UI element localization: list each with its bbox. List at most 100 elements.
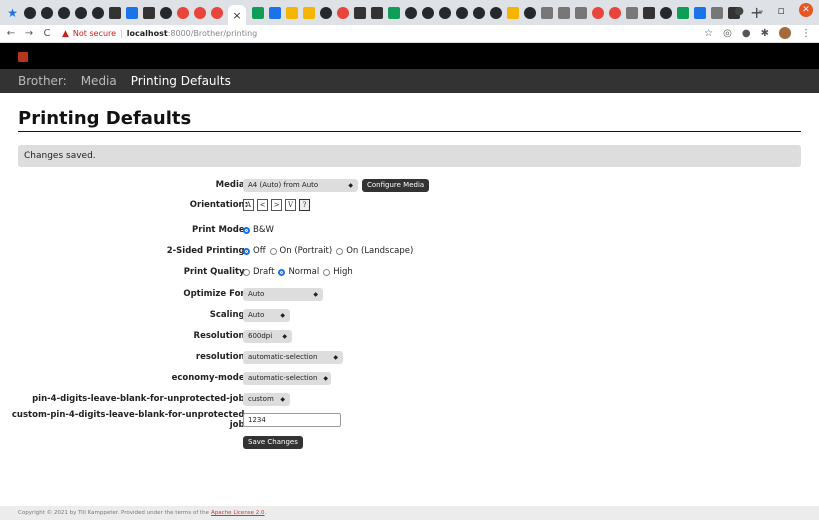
orientation-reverse-landscape-icon[interactable]: >	[271, 199, 282, 211]
radio-label: Off	[253, 246, 266, 256]
tab-favicon-icon[interactable]	[710, 6, 723, 19]
quality-draft-radio[interactable]: Draft	[243, 267, 274, 277]
tab-favicon-icon[interactable]	[142, 6, 155, 19]
tab-favicon-icon[interactable]	[676, 6, 689, 19]
tab-favicon-icon[interactable]	[40, 6, 53, 19]
window-controls: ● – ▫ ✕	[734, 3, 813, 17]
quality-label: Print Quality:	[183, 267, 248, 277]
tab-favicon-icon[interactable]	[23, 6, 36, 19]
extension-icon[interactable]: ●	[742, 28, 751, 39]
tab-favicon-icon[interactable]	[268, 6, 281, 19]
nav-printing-defaults[interactable]: Printing Defaults	[131, 74, 231, 88]
nav-media[interactable]: Media	[81, 74, 117, 88]
tab-favicon-icon[interactable]: ★	[7, 6, 19, 20]
tab-favicon-icon[interactable]	[455, 6, 468, 19]
economy-select[interactable]: automatic-selection ◆	[243, 371, 331, 385]
select-value: automatic-selection	[248, 353, 318, 361]
tab-favicon-icon[interactable]	[57, 6, 70, 19]
logo-bar	[0, 43, 819, 69]
save-changes-button[interactable]: Save Changes	[243, 435, 303, 449]
pin-label: pin-4-digits-leave-blank-for-unprotected…	[32, 394, 248, 404]
tab-favicon-icon[interactable]	[302, 6, 315, 19]
puzzle-icon[interactable]: ✱	[761, 28, 769, 39]
custom-pin-row: custom-pin-4-digits-leave-blank-for-unpr…	[12, 410, 341, 430]
circle-icon[interactable]: ●	[734, 4, 744, 17]
pin-select[interactable]: custom ◆	[243, 392, 290, 406]
bookmark-star-icon[interactable]: ☆	[704, 28, 713, 39]
tab-favicon-icon[interactable]	[319, 6, 332, 19]
tab-favicon-icon[interactable]	[370, 6, 383, 19]
tab-favicon-icon[interactable]	[557, 6, 570, 19]
economy-row: economy-mode: automatic-selection ◆	[18, 370, 331, 386]
tab-favicon-icon[interactable]	[523, 6, 536, 19]
radio-label: On (Portrait)	[279, 246, 333, 256]
sided-portrait-radio[interactable]: On (Portrait)	[269, 246, 333, 256]
tab-favicon-icon[interactable]	[193, 6, 206, 19]
tab-favicon-icon[interactable]	[591, 6, 604, 19]
sided-label: 2-Sided Printing:	[166, 246, 248, 256]
url-field[interactable]: ▲ Not secure | localhost:8000/Brother/pr…	[62, 29, 257, 39]
tab-favicon-icon[interactable]	[251, 6, 264, 19]
tab-favicon-icon[interactable]	[608, 6, 621, 19]
tab-favicon-icon[interactable]	[336, 6, 349, 19]
tab-favicon-icon[interactable]	[74, 6, 87, 19]
select-caret-icon: ◆	[280, 395, 285, 403]
tab-favicon-icon[interactable]	[472, 6, 485, 19]
tab-favicon-icon[interactable]	[642, 6, 655, 19]
resolution-select[interactable]: 600dpi ◆	[243, 329, 292, 343]
minimize-icon[interactable]: –	[758, 4, 764, 17]
sided-off-radio[interactable]: Off	[243, 246, 266, 256]
tab-favicon-icon[interactable]	[210, 6, 223, 19]
quality-normal-radio[interactable]: Normal	[278, 267, 319, 277]
custom-pin-input[interactable]: 1234	[243, 413, 341, 427]
license-link[interactable]: Apache License 2.0	[211, 510, 265, 516]
address-bar: ← → C ▲ Not secure | localhost:8000/Brot…	[0, 25, 819, 43]
active-tab-close-icon[interactable]: ×	[228, 5, 246, 25]
tab-favicon-icon[interactable]	[387, 6, 400, 19]
tab-favicon-icon[interactable]	[108, 6, 121, 19]
tab-favicon-icon[interactable]	[421, 6, 434, 19]
tab-favicon-icon[interactable]	[159, 6, 172, 19]
reload-icon[interactable]: C	[40, 28, 54, 39]
close-window-icon[interactable]: ✕	[799, 3, 813, 17]
status-alert: Changes saved.	[18, 145, 801, 167]
profile-avatar[interactable]	[779, 27, 791, 39]
tab-favicon-icon[interactable]	[489, 6, 502, 19]
tab-favicon-icon[interactable]	[176, 6, 189, 19]
orientation-landscape-icon[interactable]: <	[257, 199, 268, 211]
tab-favicon-icon[interactable]	[659, 6, 672, 19]
tab-favicon-icon[interactable]	[506, 6, 519, 19]
resolution-option-select[interactable]: automatic-selection ◆	[243, 350, 343, 364]
select-value: Auto	[248, 290, 265, 298]
orientation-auto-icon[interactable]: ?	[299, 199, 310, 211]
radio-unchecked-icon	[269, 247, 277, 255]
forward-icon[interactable]: →	[22, 28, 36, 39]
media-select[interactable]: A4 (Auto) from Auto ◆	[243, 178, 358, 192]
scaling-select[interactable]: Auto ◆	[243, 308, 290, 322]
radio-label: B&W	[253, 225, 274, 235]
nav-brother[interactable]: Brother:	[18, 74, 67, 88]
tab-favicon-icon[interactable]	[574, 6, 587, 19]
maximize-icon[interactable]: ▫	[778, 4, 785, 17]
orientation-portrait-icon[interactable]: A	[243, 199, 254, 211]
optimize-select[interactable]: Auto ◆	[243, 287, 323, 301]
configure-media-button[interactable]: Configure Media	[362, 178, 430, 192]
tab-favicon-icon[interactable]	[353, 6, 366, 19]
media-row: Media: A4 (Auto) from Auto ◆ Configure Me…	[18, 177, 430, 193]
orientation-reverse-portrait-icon[interactable]: V	[285, 199, 296, 211]
tab-favicon-icon[interactable]	[625, 6, 638, 19]
cups-logo-icon[interactable]	[18, 52, 28, 62]
tab-favicon-icon[interactable]	[285, 6, 298, 19]
quality-high-radio[interactable]: High	[323, 267, 353, 277]
tab-favicon-icon[interactable]	[404, 6, 417, 19]
extension-icon[interactable]: ◎	[723, 28, 732, 39]
tab-favicon-icon[interactable]	[125, 6, 138, 19]
print-mode-bw-radio[interactable]: B&W	[243, 225, 274, 235]
tab-favicon-icon[interactable]	[438, 6, 451, 19]
menu-icon[interactable]: ⋮	[801, 28, 811, 39]
tab-favicon-icon[interactable]	[91, 6, 104, 19]
tab-favicon-icon[interactable]	[693, 6, 706, 19]
sided-landscape-radio[interactable]: On (Landscape)	[336, 246, 413, 256]
back-icon[interactable]: ←	[4, 28, 18, 39]
tab-favicon-icon[interactable]	[540, 6, 553, 19]
